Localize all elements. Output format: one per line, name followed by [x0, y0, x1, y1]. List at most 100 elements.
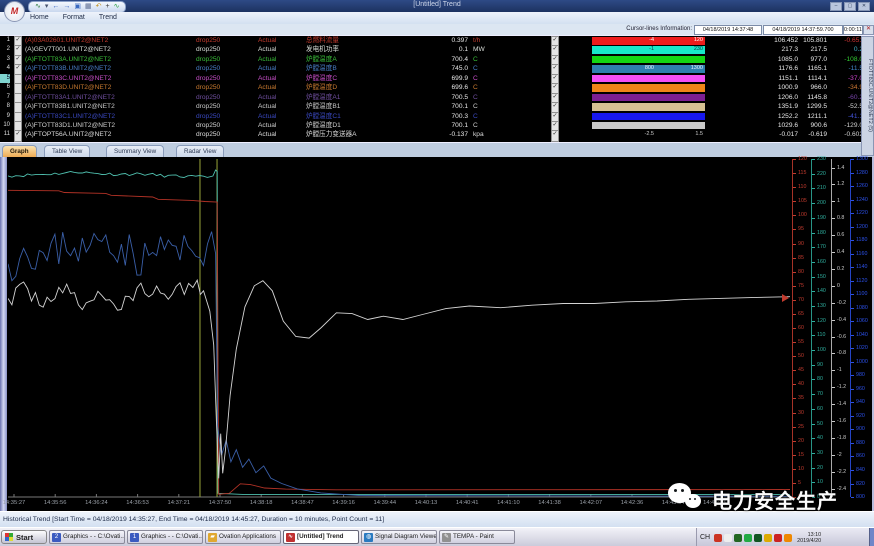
close-button[interactable]: ✕	[858, 2, 870, 11]
y-axis-tick	[851, 497, 854, 498]
scale-color-bar[interactable]	[592, 122, 705, 130]
left-splitter[interactable]	[0, 157, 7, 511]
scale-color-bar[interactable]	[592, 103, 705, 111]
taskbar-button-signal-diagram-viewe[interactable]: ◍Signal Diagram Viewe...	[361, 530, 437, 544]
scale-color-bar[interactable]	[592, 113, 705, 121]
tray-icon-red2[interactable]	[774, 534, 782, 542]
selected-signal-side-tab[interactable]: FTOTT83C.UNIT2@NET2 (5)	[861, 36, 874, 156]
row-number-cell[interactable]: 9	[0, 112, 10, 121]
tab-radar-view[interactable]: Radar View	[176, 145, 224, 157]
signal-name: (A)FTOTT83B.UNIT2@NET2	[25, 64, 193, 73]
taskbar-app-icon: ∿	[286, 533, 295, 542]
y-axis-tick-label: 1300	[856, 156, 868, 162]
scale-color-bar[interactable]: -4120	[592, 37, 705, 45]
signal-table-row[interactable]: 9(A)FTOTT83C1.UNIT2@NET2drop250Actual炉膛温…	[0, 112, 874, 121]
scale-checkbox[interactable]: ✓	[551, 130, 559, 141]
y-axis-tick-label: 60	[817, 406, 823, 412]
scale-color-bar[interactable]	[592, 56, 705, 64]
signal-name: (A)FTOTT83C1.UNIT2@NET2	[25, 112, 193, 121]
y-axis-tick-label: 1060	[856, 318, 868, 324]
tab-table-view[interactable]: Table View	[44, 145, 90, 157]
generator-power-axis-line	[811, 159, 812, 497]
scale-color-bar[interactable]	[592, 94, 705, 102]
cursor-time-1-field[interactable]: 04/18/2019 14:37:48	[694, 25, 762, 35]
row-number-cell[interactable]: 6	[0, 83, 10, 92]
menu-trend[interactable]: Trend	[99, 14, 117, 21]
x-axis-tick-label: 14:41:38	[538, 500, 561, 506]
taskbar-button-graphics-c-ovati[interactable]: 2Graphics - - C:\Ovati...	[49, 530, 125, 544]
row-number-cell[interactable]: 3	[0, 55, 10, 64]
taskbar-button-untitled-trend[interactable]: ∿[Untitled] Trend	[283, 530, 359, 544]
scale-color-bar[interactable]	[592, 75, 705, 83]
cursor-time-2-field[interactable]: 04/18/2019 14:37:59.700	[763, 25, 843, 35]
taskbar-app-icon: 2	[52, 533, 61, 542]
tray-icon-darkgreen[interactable]	[754, 534, 762, 542]
row-number-cell[interactable]: 11	[0, 130, 10, 139]
tray-icon-leaf[interactable]	[734, 534, 742, 542]
app-logo-icon[interactable]: M	[4, 1, 25, 22]
visibility-checkbox[interactable]: ✓	[14, 130, 22, 141]
row-number-cell[interactable]: 7	[0, 93, 10, 102]
tray-icon-red[interactable]	[714, 534, 722, 542]
signal-table-row[interactable]: 8(A)FTOTT83B1.UNIT2@NET2drop250Actual炉膛温…	[0, 102, 874, 111]
signal-table-row[interactable]: 2✓(A)GEV7T001.UNIT2@NET2drop250Actual发电机…	[0, 45, 874, 54]
row-number-cell[interactable]: 2	[0, 45, 10, 54]
show-desktop-button[interactable]	[869, 528, 874, 546]
y-axis-tick-label: 1220	[856, 210, 868, 216]
y-axis-tick	[793, 455, 796, 456]
maximize-button[interactable]: ▢	[844, 2, 856, 11]
y-axis-tick-label: 0.4	[837, 249, 844, 255]
y-axis-tick	[851, 159, 854, 160]
scale-color-bar[interactable]	[592, 84, 705, 92]
taskbar-app-icon: ✎	[442, 533, 451, 542]
row-number-cell[interactable]: 4	[0, 64, 10, 73]
scale-color-bar[interactable]: 8001300	[592, 65, 705, 73]
unit-label: C	[473, 83, 503, 92]
scale-color-bar[interactable]: -2.51.5	[592, 131, 705, 139]
y-axis-tick	[812, 262, 815, 263]
y-axis-tick	[832, 218, 835, 219]
minimize-button[interactable]: ‒	[830, 2, 842, 11]
trend-chart-panel[interactable]: 1201151101051009590858075706560555045403…	[0, 157, 874, 511]
mode-label: Actual	[258, 83, 300, 92]
y-axis-tick	[812, 277, 815, 278]
tray-icon-yellow[interactable]	[764, 534, 772, 542]
signal-table-row[interactable]: 7(A)FTOTT83A1.UNIT2@NET2drop250Actual炉膛温…	[0, 93, 874, 102]
signal-table-row[interactable]: 5(A)FTOTT83C.UNIT2@NET2drop250Actual炉膛温度…	[0, 74, 874, 83]
signal-table-row[interactable]: 11✓(A)FTOPT56A.UNIT2@NET2drop250Actual炉膛…	[0, 130, 874, 139]
language-indicator[interactable]: CH	[700, 534, 710, 541]
signal-table-row[interactable]: 10(A)FTOTT83D1.UNIT2@NET2drop250Actual炉膛…	[0, 121, 874, 130]
y-axis-tick-label: 15	[798, 452, 804, 458]
y-axis-tick-label: 25	[798, 424, 804, 430]
y-axis-tick-label: 115	[798, 170, 806, 176]
y-axis-tick-label: 160	[817, 259, 826, 265]
row-number-cell[interactable]: 10	[0, 121, 10, 130]
tab-graph[interactable]: Graph	[2, 145, 37, 157]
scale-color-bar[interactable]: -1230	[592, 46, 705, 54]
taskbar-button-graphics-c-ovati[interactable]: 1Graphics - - C:\Ovati...	[127, 530, 203, 544]
tray-icon-orange[interactable]	[784, 534, 792, 542]
cursor-info-close-icon[interactable]: ✕	[863, 25, 874, 35]
menu-home[interactable]: Home	[30, 14, 49, 21]
y-axis-tick-label: 50	[817, 421, 823, 427]
signal-table-row[interactable]: 6(A)FTOTT83D.UNIT2@NET2drop250Actual炉膛温度…	[0, 83, 874, 92]
signal-name: (A)FTOTT83D1.UNIT2@NET2	[25, 121, 193, 130]
signal-table-row[interactable]: 3✓(A)FTOTT83A.UNIT2@NET2drop250Actual炉膛温…	[0, 55, 874, 64]
plot-area[interactable]	[8, 159, 790, 502]
y-axis-tick-label: 75	[798, 283, 804, 289]
mode-label: Actual	[258, 93, 300, 102]
menu-format[interactable]: Format	[63, 14, 85, 21]
signal-table-row[interactable]: 1✓(A)03A02601.UNIT2@NET2drop250Actual总燃料…	[0, 36, 874, 45]
tray-icon-green[interactable]	[744, 534, 752, 542]
signal-table-row[interactable]: 4✓(A)FTOTT83B.UNIT2@NET2drop250Actual炉膛温…	[0, 64, 874, 73]
taskbar-button-ovation-applications[interactable]: ▰Ovation Applications	[205, 530, 281, 544]
trace-fuel-flow	[8, 190, 790, 494]
row-number-cell[interactable]: 1	[0, 36, 10, 45]
row-number-cell[interactable]: 8	[0, 102, 10, 111]
start-button[interactable]: Start	[1, 530, 47, 544]
tab-summary-view[interactable]: Summary View	[106, 145, 164, 157]
tray-icon-flag[interactable]	[724, 534, 732, 542]
cursor-delta-field[interactable]: 0:00:11.7	[843, 25, 863, 35]
taskbar-button-tempa-paint[interactable]: ✎TEMPA - Paint	[439, 530, 515, 544]
row-number-cell[interactable]: 5	[0, 74, 10, 83]
